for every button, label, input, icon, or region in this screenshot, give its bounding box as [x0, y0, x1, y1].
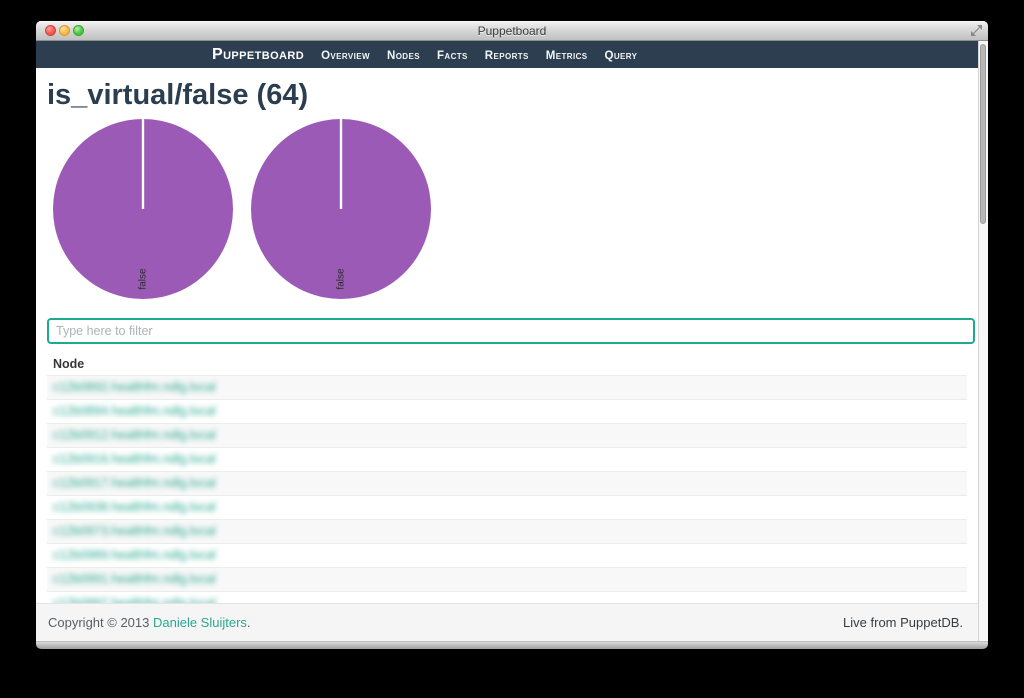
- navbar-brand[interactable]: Puppetboard: [212, 41, 304, 68]
- table-row: c12b0916.healthfm.ndlg.local: [47, 448, 967, 472]
- vertical-scrollbar-track[interactable]: [978, 41, 988, 641]
- nav-item-metrics[interactable]: Metrics: [546, 50, 588, 62]
- node-link[interactable]: c12b0916.healthfm.ndlg.local: [53, 452, 216, 466]
- window-titlebar[interactable]: Puppetboard: [36, 21, 988, 41]
- node-link[interactable]: c12b0997.healthfm.ndlg.local: [53, 596, 216, 603]
- vertical-scrollbar-thumb[interactable]: [980, 44, 986, 224]
- node-link[interactable]: c12b0894.healthfm.ndlg.local: [53, 404, 216, 418]
- copyright-suffix: .: [247, 615, 251, 630]
- nav-item-facts[interactable]: Facts: [437, 50, 468, 62]
- table-row: c12b0917.healthfm.ndlg.local: [47, 472, 967, 496]
- page-title: is_virtual/false (64): [47, 78, 967, 112]
- desktop-background: Puppetboard Puppetboard Overview Nodes F…: [0, 0, 1024, 698]
- table-header-row: Node: [47, 355, 967, 376]
- node-link[interactable]: c12b0892.healthfm.ndlg.local: [53, 380, 216, 394]
- nav-item-reports[interactable]: Reports: [485, 50, 529, 62]
- pie-chart-2: false: [248, 116, 434, 302]
- node-link[interactable]: c12b0912.healthfm.ndlg.local: [53, 428, 216, 442]
- puppetdb-status-text: Live from PuppetDB.: [843, 615, 963, 630]
- page-footer: Copyright © 2013 Daniele Sluijters. Live…: [36, 603, 978, 641]
- fact-charts: false false: [50, 116, 967, 302]
- app-window: Puppetboard Puppetboard Overview Nodes F…: [36, 21, 988, 649]
- main-navbar: Puppetboard Overview Nodes Facts Reports…: [36, 41, 988, 68]
- copyright-text: Copyright © 2013 Daniele Sluijters.: [48, 615, 251, 630]
- node-link[interactable]: c12b0973.healthfm.ndlg.local: [53, 524, 216, 538]
- node-link[interactable]: c12b0991.healthfm.ndlg.local: [53, 572, 216, 586]
- node-link[interactable]: c12b0989.healthfm.ndlg.local: [53, 548, 216, 562]
- table-row: c12b0997.healthfm.ndlg.local: [47, 592, 967, 604]
- table-row: c12b0892.healthfm.ndlg.local: [47, 376, 967, 400]
- table-row: c12b0989.healthfm.ndlg.local: [47, 544, 967, 568]
- column-header-node: Node: [47, 355, 967, 376]
- node-link[interactable]: c12b0917.healthfm.ndlg.local: [53, 476, 216, 490]
- copyright-prefix: Copyright © 2013: [48, 615, 153, 630]
- nav-item-query[interactable]: Query: [605, 50, 638, 62]
- filter-input[interactable]: [47, 318, 975, 344]
- table-row: c12b0991.healthfm.ndlg.local: [47, 568, 967, 592]
- pie-slice-label: false: [138, 268, 149, 290]
- node-link[interactable]: c12b0938.healthfm.ndlg.local: [53, 500, 216, 514]
- table-row: c12b0912.healthfm.ndlg.local: [47, 424, 967, 448]
- nav-item-nodes[interactable]: Nodes: [387, 50, 420, 62]
- table-row: c12b0894.healthfm.ndlg.local: [47, 400, 967, 424]
- fullscreen-expand-icon[interactable]: [971, 25, 982, 36]
- window-title: Puppetboard: [36, 21, 988, 41]
- pie-slice-label: false: [336, 268, 347, 290]
- nav-item-overview[interactable]: Overview: [321, 50, 370, 62]
- author-link[interactable]: Daniele Sluijters: [153, 615, 247, 630]
- window-bottom-bar[interactable]: [36, 641, 988, 649]
- page-content: is_virtual/false (64) false false: [36, 68, 978, 603]
- table-row: c12b0938.healthfm.ndlg.local: [47, 496, 967, 520]
- table-row: c12b0973.healthfm.ndlg.local: [47, 520, 967, 544]
- pie-chart-1: false: [50, 116, 236, 302]
- node-table: Node c12b0892.healthfm.ndlg.local c12b08…: [47, 355, 967, 603]
- browser-viewport: Puppetboard Overview Nodes Facts Reports…: [36, 41, 988, 641]
